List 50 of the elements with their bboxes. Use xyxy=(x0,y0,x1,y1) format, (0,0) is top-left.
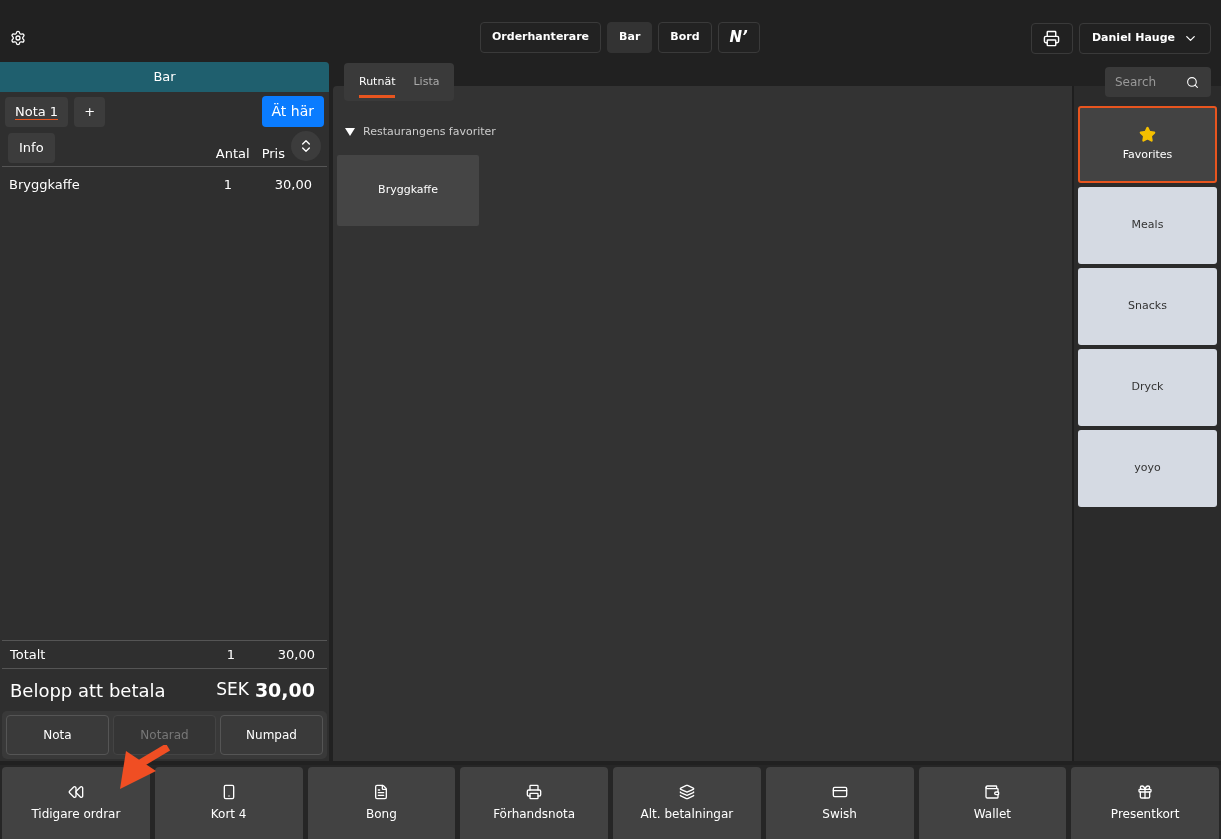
bottom-action-button[interactable]: Presentkort xyxy=(1071,767,1219,839)
gift-card-icon xyxy=(1137,783,1154,800)
category-tile[interactable]: Meals xyxy=(1078,187,1217,264)
order-action-button[interactable]: Nota xyxy=(6,715,109,755)
nav-button[interactable]: N’ xyxy=(717,22,760,53)
category-tile[interactable]: yoyo xyxy=(1078,430,1217,507)
search-icon xyxy=(1186,76,1199,89)
total-row: Totalt 1 30,00 xyxy=(2,640,327,669)
settings-icon[interactable] xyxy=(10,30,26,46)
printer-icon xyxy=(526,783,543,800)
search-field[interactable]: Search xyxy=(1105,67,1211,97)
dine-in-button[interactable]: Ät här xyxy=(261,96,324,127)
order-line[interactable]: Bryggkaffe 1 30,00 xyxy=(0,167,329,195)
view-tab[interactable]: Lista xyxy=(404,63,449,101)
product-tile[interactable]: Bryggkaffe xyxy=(337,154,479,226)
receipt-icon xyxy=(373,783,390,800)
bottom-action-button[interactable]: Kort 4 xyxy=(154,767,303,839)
bottom-action-button[interactable]: Bong xyxy=(307,767,456,839)
order-action-button[interactable]: Numpad xyxy=(220,715,323,755)
rewind-icon xyxy=(67,783,84,800)
column-header: Antal xyxy=(215,144,250,163)
printer-icon xyxy=(1043,29,1061,47)
column-header: Pris xyxy=(261,144,285,163)
user-menu-button[interactable]: Daniel Hauge xyxy=(1079,22,1211,54)
category-tile[interactable]: Favorites xyxy=(1078,106,1217,183)
bottom-action-button[interactable]: Swish xyxy=(765,767,914,839)
section-title: Restaurangens favoriter xyxy=(363,124,496,140)
print-button[interactable] xyxy=(1031,22,1073,54)
add-note-button[interactable]: + xyxy=(74,96,106,127)
nav-button[interactable]: Bar xyxy=(607,22,653,53)
category-tile[interactable]: Snacks xyxy=(1078,268,1217,345)
bottom-action-button[interactable]: Alt. betalningar xyxy=(613,767,761,839)
stacked-cards-icon xyxy=(678,783,695,800)
category-tile[interactable]: Dryck xyxy=(1078,349,1217,426)
bottom-action-button[interactable]: Förhandsnota xyxy=(460,767,608,839)
currency-label: SEK xyxy=(216,678,249,702)
nav-button[interactable]: Bord xyxy=(658,22,712,53)
triangle-icon[interactable] xyxy=(345,128,355,137)
wallet-icon xyxy=(984,783,1001,800)
star-icon xyxy=(1139,125,1156,143)
info-button[interactable]: Info xyxy=(8,133,55,163)
bottom-action-button[interactable]: Wallet xyxy=(918,767,1067,839)
view-tab[interactable]: Rutnät xyxy=(350,63,405,101)
sort-button[interactable] xyxy=(291,131,321,161)
note-tab[interactable]: Nota 1 xyxy=(5,96,69,127)
nav-button[interactable]: Orderhanterare xyxy=(480,22,602,53)
amount-due-label: Belopp att betala xyxy=(10,678,167,703)
bottom-action-button[interactable]: Tidigare ordrar xyxy=(2,767,150,839)
order-title: Bar xyxy=(0,62,329,92)
amount-due-value: 30,00 xyxy=(254,677,315,703)
